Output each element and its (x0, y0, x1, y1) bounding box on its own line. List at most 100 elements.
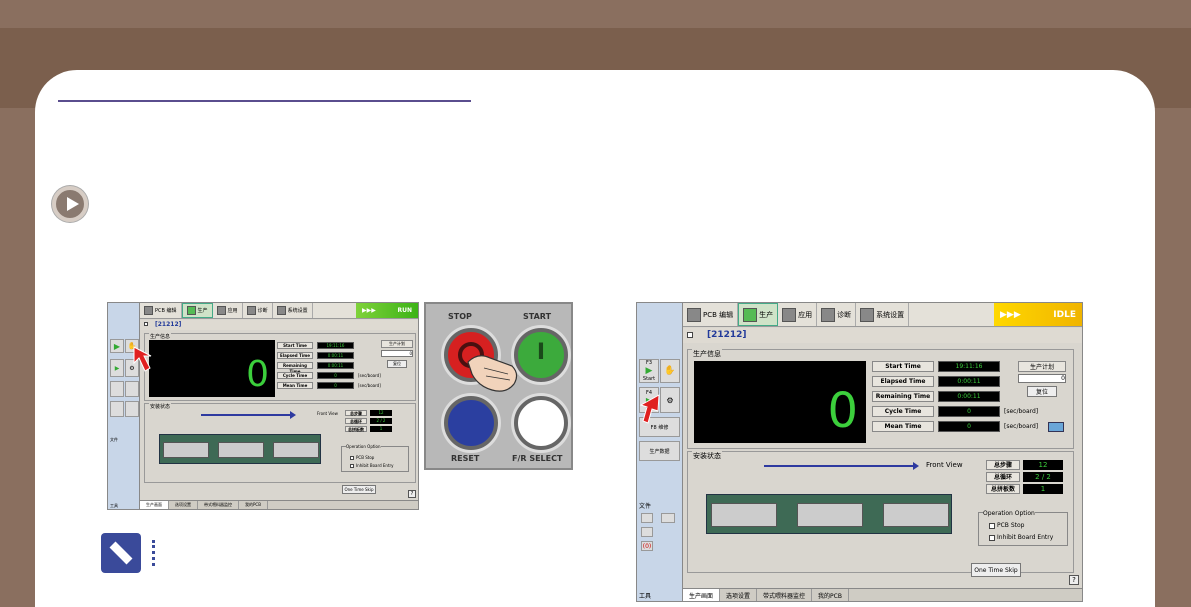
flow-arrow (201, 411, 296, 419)
pcb-stop-checkbox[interactable] (350, 455, 354, 460)
start-symbol: I (536, 340, 546, 365)
tb-production[interactable]: 生产 (181, 303, 213, 318)
tb-pcb-edit-label: PCB 编辑 (155, 308, 177, 314)
production-data-icon[interactable] (110, 401, 124, 417)
play-icon[interactable] (52, 186, 88, 222)
start-time-row-big: Start Time 19:11:16 (872, 361, 1000, 372)
pcb-slot-1 (163, 442, 209, 458)
total-steps-label: 总步骤 (345, 410, 367, 416)
id-bar: [21212] (140, 320, 418, 330)
tab-production-screen-big[interactable]: 生产画面 (683, 589, 721, 601)
hand-icon-big[interactable]: ✋ (660, 359, 680, 383)
tab-options[interactable]: 选项设置 (169, 501, 198, 509)
inhibit-entry-checkbox-big[interactable] (989, 534, 995, 541)
production-icon-big (743, 307, 758, 322)
tb-system-label-big: 系统设置 (876, 310, 905, 319)
total-boards-label-big: 总拼板数 (986, 484, 1020, 494)
file-label: 文件 (110, 437, 118, 442)
maintenance-icon[interactable] (110, 381, 124, 397)
open-icon[interactable] (661, 513, 675, 523)
red-arrow-icon-big (639, 394, 660, 424)
pcb-slot-2-big (797, 503, 863, 527)
total-steps-value-big: 12 (1023, 460, 1063, 470)
reset-button-big[interactable]: 复位 (1027, 386, 1057, 397)
total-boards-value-big: 1 (1023, 484, 1063, 494)
folder-icon[interactable] (641, 513, 653, 523)
cycle-time-row-big: Cycle Time 0 [sec/board] (872, 406, 1038, 417)
fr-select-button[interactable] (514, 396, 568, 450)
mean-time-value: 0 (317, 382, 354, 389)
reset-hw-button[interactable] (444, 396, 498, 450)
reset-button[interactable]: 复位 (387, 360, 407, 368)
start-label: START (523, 312, 552, 321)
tab-feeder-monitor-big[interactable]: 带式喂料器监控 (757, 589, 813, 601)
tb-diagnose-big[interactable]: 诊断 (817, 303, 857, 326)
tb-production-label: 生产 (197, 308, 208, 314)
inhibit-entry-checkbox[interactable] (350, 463, 354, 468)
id-checkbox[interactable] (144, 322, 148, 326)
plan-input[interactable]: 0 (381, 350, 413, 357)
tab-my-pcb[interactable]: 我的PCB (239, 501, 268, 509)
remaining-time-row-big: Remaining Time 0:00:11 (872, 391, 1000, 402)
tools-label: 工具 (110, 503, 118, 508)
tb-system-big[interactable]: 系统设置 (856, 303, 910, 326)
tb-diagnose[interactable]: 诊断 (243, 303, 273, 318)
plan-label: 生产计划 (381, 340, 413, 348)
conveyor (159, 434, 321, 464)
tab-production-screen[interactable]: 生产画面 (140, 501, 169, 509)
production-info-group: 生产信息 0 Start Time 19:11:16 Elapsed Time 0:… (144, 333, 416, 401)
cycle-time-value-big: 0 (938, 406, 1000, 417)
save-icon[interactable] (641, 527, 653, 537)
start-icon[interactable]: ▶ (110, 339, 124, 353)
pcb-stop-option[interactable]: PCB Stop (350, 455, 374, 460)
tb-pcb-edit-big[interactable]: PCB 编辑 (683, 303, 739, 326)
help-icon[interactable]: ? (408, 490, 416, 498)
tb-apply-label-big: 应用 (798, 310, 813, 319)
pcb-stop-option-big[interactable]: PCB Stop (989, 522, 1024, 529)
start-time-label-big: Start Time (872, 361, 934, 372)
tb-system[interactable]: 系统设置 (273, 303, 313, 318)
tb-production-big[interactable]: 生产 (738, 303, 779, 326)
continue-icon[interactable]: ▶ (110, 359, 124, 377)
apply-icon (216, 306, 226, 315)
operation-option-title-big: Operation Option (983, 510, 1035, 517)
pcb-download-icon[interactable] (125, 381, 139, 397)
stop-label: STOP (448, 312, 472, 321)
inhibit-entry-option-big[interactable]: Inhibit Board Entry (989, 534, 1053, 541)
side-strip: ▶ ✋ ▶ ⚙ 文件 工具 (108, 303, 140, 509)
pcb-stop-label-big: PCB Stop (997, 522, 1025, 529)
production-data-side-button[interactable]: 生产数据 (639, 441, 680, 461)
start-time-value-big: 19:11:16 (938, 361, 1000, 372)
id-bar-big: [21212] (683, 328, 1082, 343)
tab-options-big[interactable]: 选项设置 (720, 589, 758, 601)
production-info-title-big: 生产信息 (692, 349, 722, 359)
pcb-stop-checkbox-big[interactable] (989, 522, 995, 529)
one-time-skip-button-big[interactable]: One Time Skip (971, 563, 1021, 577)
tb-apply-big[interactable]: 应用 (778, 303, 818, 326)
side-strip-big: F3▶Start ✋ F4▶Co ⚙ F8 维修 生产数据 文件 (0) 工具 (637, 303, 683, 601)
inhibit-entry-option[interactable]: Inhibit Board Entry (350, 463, 394, 468)
tb-diagnose-label: 诊断 (257, 308, 268, 314)
help-icon-big[interactable]: ? (1069, 575, 1079, 585)
tab-my-pcb-big[interactable]: 我的PCB (812, 589, 849, 601)
tools-label-big: 工具 (639, 593, 652, 600)
tb-apply-label: 应用 (227, 308, 238, 314)
plan-input-big[interactable]: 0 (1018, 374, 1066, 383)
mean-time-label: Mean Time (277, 382, 313, 389)
system-icon-big (860, 307, 875, 322)
total-cycles-label-big: 总循环 (986, 472, 1020, 482)
tb-apply[interactable]: 应用 (213, 303, 243, 318)
bottom-tabs: 生产画面 选项设置 带式喂料器监控 我的PCB (140, 500, 418, 509)
pcb-edit-icon-big (687, 307, 701, 322)
one-time-skip-button[interactable]: One Time Skip (342, 485, 376, 494)
tab-feeder-monitor[interactable]: 带式喂料器监控 (198, 501, 239, 509)
button-panel: STOP START I RESET F/R SELECT (424, 302, 573, 470)
alert-icon[interactable]: (0) (641, 541, 653, 551)
id-checkbox-big[interactable] (687, 332, 693, 338)
remaining-time-label: Remaining Time (277, 362, 313, 374)
start-side-button[interactable]: F3 ▶ Start (639, 359, 659, 383)
refresh-icon[interactable] (1048, 422, 1064, 432)
feeder-icon[interactable] (125, 401, 139, 417)
tb-pcb-edit-label-big: PCB 编辑 (703, 310, 734, 319)
tb-pcb-edit[interactable]: PCB 编辑 (140, 303, 182, 318)
